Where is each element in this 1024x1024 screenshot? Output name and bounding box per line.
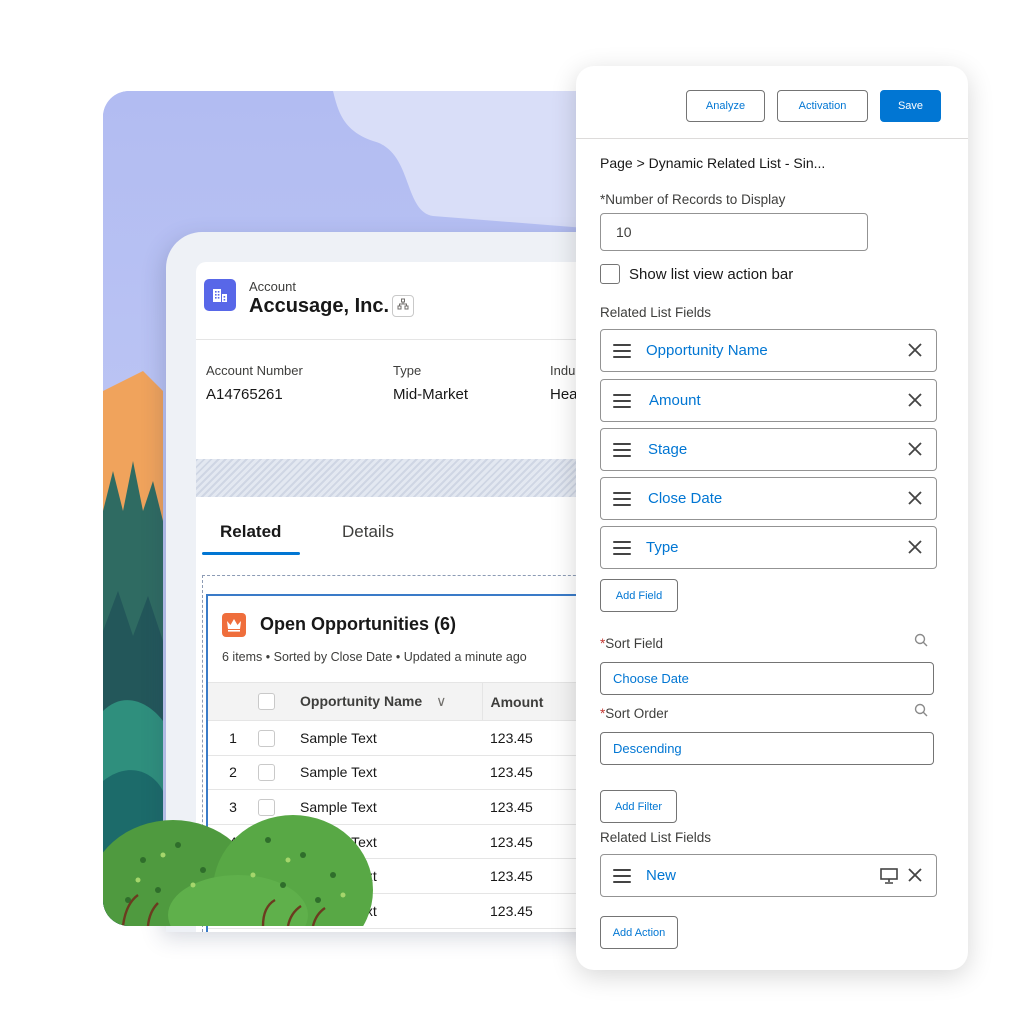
field-pill-close-date[interactable]: Close Date bbox=[600, 477, 937, 520]
related-list-meta: 6 items • Sorted by Close Date • Updated… bbox=[222, 650, 527, 664]
show-action-bar-label: Show list view action bar bbox=[629, 265, 794, 283]
save-button[interactable]: Save bbox=[880, 90, 941, 122]
show-action-bar-checkbox[interactable] bbox=[600, 264, 620, 284]
object-label: Account bbox=[249, 279, 296, 294]
row-checkbox[interactable] bbox=[258, 720, 296, 756]
sort-field-label: *Sort Field bbox=[600, 636, 664, 651]
sort-field-input[interactable]: Choose Date bbox=[600, 662, 934, 695]
drag-handle-icon[interactable] bbox=[613, 868, 631, 883]
field-pill-stage[interactable]: Stage bbox=[600, 428, 937, 471]
opportunity-name-cell[interactable]: Sample Text bbox=[296, 720, 482, 756]
add-action-button[interactable]: Add Action bbox=[600, 916, 678, 949]
field-pill-amount[interactable]: Amount bbox=[600, 379, 937, 422]
column-header-opportunity-name[interactable]: Opportunity Name ∨ bbox=[296, 682, 483, 721]
record-tabs: Related Details bbox=[196, 497, 626, 569]
related-list-fields-label: Related List Fields bbox=[600, 305, 712, 320]
table-row[interactable]: 2 Sample Text 123.45 bbox=[208, 755, 626, 791]
search-icon[interactable] bbox=[914, 703, 928, 717]
close-icon[interactable] bbox=[907, 342, 923, 358]
active-tab-indicator bbox=[202, 552, 300, 555]
search-icon[interactable] bbox=[914, 633, 928, 647]
highlights-fields: Account Number A14765261 Type Mid-Market… bbox=[196, 340, 626, 460]
drag-handle-icon[interactable] bbox=[613, 343, 631, 358]
sort-order-label: *Sort Order bbox=[600, 706, 669, 721]
tab-related[interactable]: Related bbox=[220, 522, 281, 542]
opportunity-icon bbox=[222, 613, 246, 637]
breadcrumb: Page > Dynamic Related List - Sin... bbox=[600, 155, 826, 171]
add-field-button[interactable]: Add Field bbox=[600, 579, 678, 612]
close-icon[interactable] bbox=[907, 441, 923, 457]
row-number-header bbox=[208, 682, 258, 721]
hierarchy-icon bbox=[397, 297, 409, 315]
component-placeholder bbox=[196, 459, 626, 497]
bush-illustration bbox=[103, 800, 378, 926]
drag-handle-icon[interactable] bbox=[613, 491, 631, 506]
field-pill-opportunity-name[interactable]: Opportunity Name bbox=[600, 329, 937, 372]
row-number: 2 bbox=[208, 755, 258, 791]
sort-order-input[interactable]: Descending bbox=[600, 732, 934, 765]
tab-details[interactable]: Details bbox=[342, 522, 394, 542]
show-action-bar-row: Show list view action bar bbox=[600, 264, 793, 284]
opportunity-name-cell[interactable]: Sample Text bbox=[296, 755, 482, 791]
action-pill-new[interactable]: New bbox=[600, 854, 937, 897]
num-records-label: *Number of Records to Display bbox=[600, 192, 786, 207]
close-icon[interactable] bbox=[907, 392, 923, 408]
num-records-input[interactable]: 10 bbox=[600, 213, 868, 251]
desktop-icon bbox=[880, 868, 898, 884]
drag-handle-icon[interactable] bbox=[613, 442, 631, 457]
hierarchy-button[interactable] bbox=[392, 295, 414, 317]
row-checkbox[interactable] bbox=[258, 755, 296, 791]
account-icon bbox=[204, 279, 236, 311]
table-header-row: Opportunity Name ∨ Amount bbox=[208, 682, 626, 721]
panel-toolbar: Analyze Activation Save bbox=[576, 66, 968, 139]
record-name: Accusage, Inc. bbox=[249, 295, 390, 317]
field-type: Type Mid-Market bbox=[393, 363, 469, 403]
add-filter-button[interactable]: Add Filter bbox=[600, 790, 677, 823]
select-all-checkbox[interactable] bbox=[258, 682, 296, 721]
drag-handle-icon[interactable] bbox=[613, 393, 631, 408]
properties-panel: Analyze Activation Save Page > Dynamic R… bbox=[576, 66, 968, 970]
record-header: Account Accusage, Inc. bbox=[196, 262, 626, 340]
field-industry: Indu Hea bbox=[550, 363, 578, 403]
field-pill-type[interactable]: Type bbox=[600, 526, 937, 569]
actions-label: Related List Fields bbox=[600, 830, 712, 845]
chevron-down-icon[interactable]: ∨ bbox=[436, 693, 446, 710]
row-number: 1 bbox=[208, 720, 258, 756]
analyze-button[interactable]: Analyze bbox=[686, 90, 765, 122]
close-icon[interactable] bbox=[907, 539, 923, 555]
close-icon[interactable] bbox=[907, 490, 923, 506]
field-account-number: Account Number A14765261 bbox=[206, 363, 303, 403]
drag-handle-icon[interactable] bbox=[613, 540, 631, 555]
activation-button[interactable]: Activation bbox=[777, 90, 868, 122]
table-row[interactable]: 1 Sample Text 123.45 bbox=[208, 720, 626, 756]
related-list-title: Open Opportunities (6) bbox=[260, 614, 456, 634]
close-icon[interactable] bbox=[907, 867, 923, 883]
